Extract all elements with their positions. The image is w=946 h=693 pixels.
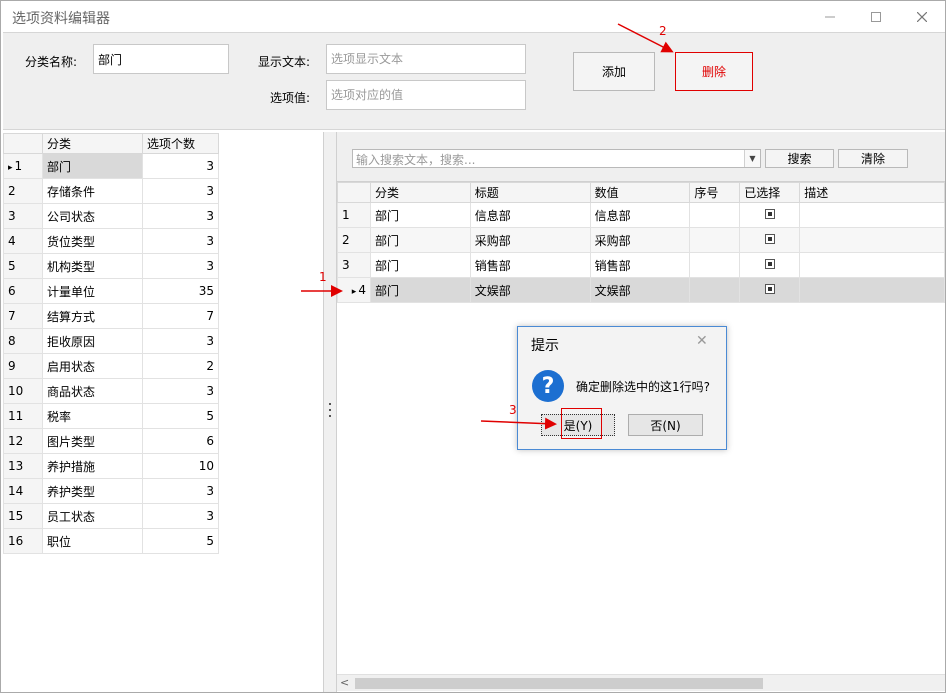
annotation-arrow-3 [480,417,557,430]
annotation-arrow-2 [617,23,674,53]
annotation-arrows [301,23,674,430]
main-window: 选项资料编辑器 分类名称: 显示文本: 选项值: 添加 删除 分类 选项个数 [0,0,946,693]
